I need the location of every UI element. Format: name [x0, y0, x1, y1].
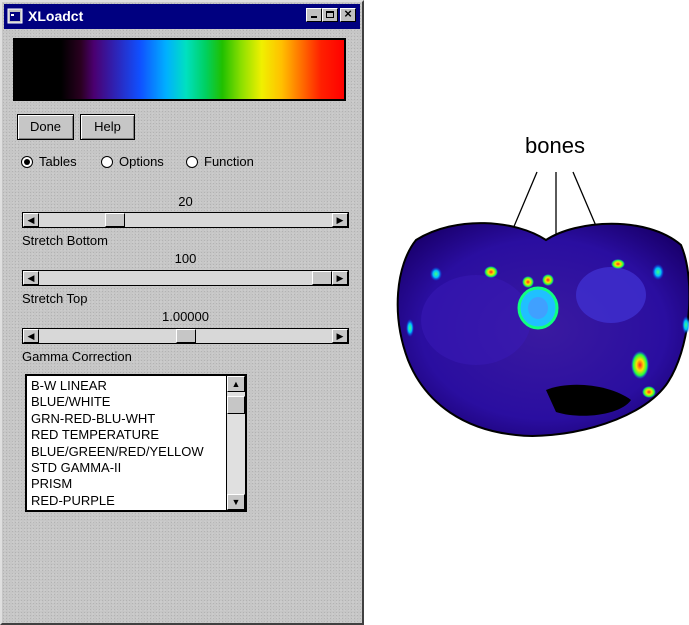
ct-rib	[406, 319, 414, 337]
ct-hot-spot	[642, 386, 656, 398]
ct-rib	[611, 259, 625, 269]
ct-vertebra-core	[528, 297, 548, 319]
ct-bone-spot	[542, 274, 554, 286]
ct-scan-image	[396, 222, 689, 437]
ct-bone-spot	[522, 276, 534, 288]
ct-rib	[652, 264, 664, 280]
ct-organ-right	[576, 267, 646, 323]
ct-organ-left	[421, 275, 531, 365]
ct-rib	[484, 266, 498, 278]
ct-rib	[430, 267, 442, 281]
ct-hot-spot	[631, 351, 649, 379]
